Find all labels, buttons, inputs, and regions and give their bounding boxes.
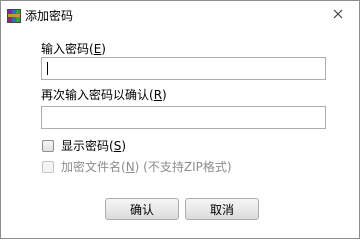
encrypt-filenames-label-accesskey: N: [125, 160, 135, 174]
confirm-password-label-accesskey: R: [153, 88, 163, 102]
confirm-password-input[interactable]: [41, 106, 326, 129]
encrypt-filenames-label-text: 加密文件名(: [61, 160, 126, 174]
zip-unsupported-note: (不支持ZIP格式): [139, 160, 232, 174]
show-password-label[interactable]: 显示密码(S): [61, 139, 126, 153]
password-label: 输入密码(E): [41, 42, 106, 56]
winrar-icon: [7, 9, 21, 23]
password-input[interactable]: [41, 57, 326, 80]
ok-button[interactable]: 确认: [105, 198, 179, 220]
show-password-checkbox[interactable]: [42, 140, 54, 152]
password-label-text: 输入密码(: [41, 42, 94, 56]
close-icon: [333, 9, 343, 19]
confirm-password-label-close: ): [162, 88, 167, 102]
show-password-label-close: ): [121, 139, 126, 153]
encrypt-filenames-label: 加密文件名(N) (不支持ZIP格式): [61, 160, 232, 174]
divider: [1, 189, 359, 190]
encrypt-filenames-checkbox: [42, 161, 54, 173]
confirm-password-label: 再次输入密码以确认(R): [41, 88, 167, 102]
text-caret: [47, 62, 48, 75]
password-label-close: ): [101, 42, 106, 56]
window-title: 添加密码: [25, 9, 74, 23]
title-bar[interactable]: 添加密码: [1, 1, 359, 31]
add-password-dialog: 添加密码 输入密码(E) 再次输入密码以确认(R) 显示密码(S) 加密文件名(…: [0, 0, 360, 239]
show-password-label-text: 显示密码(: [61, 139, 114, 153]
close-button[interactable]: [327, 5, 349, 25]
confirm-password-label-text: 再次输入密码以确认(: [41, 88, 154, 102]
cancel-button[interactable]: 取消: [185, 198, 259, 220]
